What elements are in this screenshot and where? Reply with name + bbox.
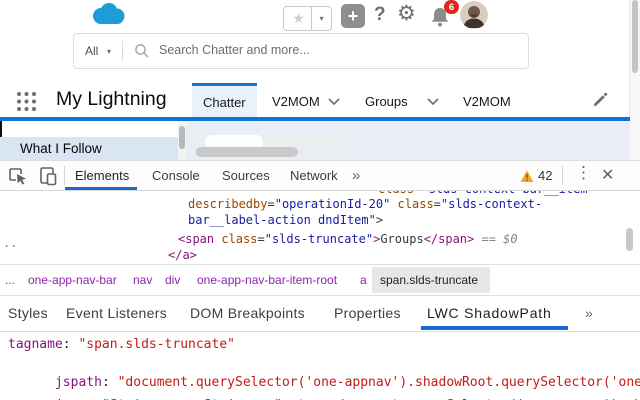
- code-line[interactable]: class="slds-context-bar__item": [378, 191, 595, 196]
- side-tab-event-listeners[interactable]: Event Listeners: [66, 296, 167, 331]
- screen: ★ ▾ + ? ⚙ 6 All ▾ Search Chatter and mor…: [0, 0, 640, 400]
- shadowpath-row[interactable]: java: "String queryString = "return docu…: [8, 383, 640, 400]
- device-toolbar-button[interactable]: [38, 166, 58, 191]
- plus-icon: +: [347, 6, 359, 26]
- devtools-tab-underline: [65, 187, 137, 190]
- side-tab-dom-breakpoints[interactable]: DOM Breakpoints: [190, 296, 305, 331]
- more-tabs-chevron[interactable]: »: [352, 167, 360, 184]
- inspect-element-button[interactable]: [8, 166, 28, 191]
- gear-icon: ⚙: [397, 2, 416, 25]
- code-token-attr: class: [221, 232, 258, 246]
- warning-triangle-icon: [520, 170, 534, 182]
- code-token-tag: <span: [178, 232, 215, 246]
- app-launcher-grid-icon: [17, 92, 36, 111]
- elements-dom-tree[interactable]: class="slds-context-bar__item"describedb…: [0, 191, 640, 264]
- chevron-down-icon[interactable]: [427, 98, 439, 105]
- code-token-attr: class: [397, 197, 434, 211]
- devtools-tab-console[interactable]: Console: [152, 168, 200, 183]
- breadcrumb-item[interactable]: div: [165, 265, 180, 296]
- scope-caret-down-icon[interactable]: ▾: [107, 47, 111, 56]
- code-token-value: "slds-context-bar__item": [421, 191, 594, 196]
- app-name-title: My Lightning: [56, 88, 167, 110]
- elements-scrollbar-thumb[interactable]: [626, 228, 633, 251]
- toolbar-divider: [562, 166, 563, 185]
- code-token-value: bar__label-action dndItem": [188, 213, 376, 227]
- code-token-tag: </a>: [168, 248, 197, 262]
- code-token-value: "operationId-20": [274, 197, 391, 211]
- breadcrumb-item[interactable]: a: [360, 265, 367, 296]
- warning-count: 42: [538, 168, 553, 183]
- side-tab-properties[interactable]: Properties: [334, 296, 401, 331]
- line-overflow-marker: ..: [3, 236, 18, 250]
- breadcrumb-item[interactable]: one-app-nav-bar-item-root: [197, 265, 337, 296]
- breadcrumb-item[interactable]: one-app-nav-bar: [28, 265, 117, 296]
- warnings-indicator[interactable]: [520, 170, 534, 188]
- breadcrumb-item-selected[interactable]: span.slds-truncate: [372, 267, 490, 293]
- chevron-down-icon[interactable]: [328, 98, 340, 105]
- search-scope-label[interactable]: All: [85, 44, 98, 58]
- help-button[interactable]: ?: [374, 4, 386, 26]
- code-token-value: "slds-context-: [440, 197, 543, 211]
- code-token-plain: =: [257, 232, 265, 246]
- nav-tab-groups[interactable]: Groups: [365, 93, 408, 111]
- favorites-dropdown-button[interactable]: ▾: [311, 6, 332, 31]
- notification-count-badge: 6: [444, 0, 459, 14]
- code-token-tag: </span>: [423, 232, 475, 246]
- shadowpath-panel: tagname: "span.slds-truncate" jspath: "d…: [0, 332, 640, 400]
- feed-filter-label: What I Follow: [20, 141, 102, 156]
- caret-down-icon: ▾: [319, 14, 324, 23]
- shadowpath-row[interactable]: tagname: "span.slds-truncate": [8, 337, 235, 352]
- code-token-attr: describedby: [188, 197, 268, 211]
- close-icon[interactable]: ✕: [601, 165, 614, 185]
- kebab-menu-icon[interactable]: ⋮: [575, 163, 592, 183]
- breadcrumb-item[interactable]: nav: [133, 265, 152, 296]
- salesforce-logo-icon[interactable]: [88, 2, 128, 33]
- global-actions-button[interactable]: +: [341, 4, 365, 28]
- toolbar-divider: [64, 166, 65, 185]
- inspect-cursor-icon: [9, 168, 26, 185]
- question-mark-icon: ?: [374, 4, 386, 25]
- devtools-tab-elements[interactable]: Elements: [75, 168, 129, 183]
- code-line[interactable]: <span class="slds-truncate">Groups</span…: [178, 232, 518, 246]
- favorites-star-button[interactable]: ★: [283, 6, 314, 31]
- code-token-plain: =: [433, 197, 441, 211]
- search-placeholder[interactable]: Search Chatter and more...: [159, 43, 310, 57]
- property-key: tagname: [8, 337, 63, 352]
- side-tabs-more-chevron[interactable]: »: [585, 296, 593, 331]
- app-launcher-button[interactable]: [15, 90, 38, 118]
- property-value: "span.slds-truncate": [78, 337, 235, 352]
- panel-scrollbar-thumb[interactable]: [179, 126, 185, 149]
- star-icon: ★: [292, 10, 305, 26]
- code-line[interactable]: </a>: [168, 248, 197, 262]
- devtools-tab-network[interactable]: Network: [290, 168, 338, 183]
- feed-filter-item[interactable]: What I Follow: [0, 137, 178, 160]
- breadcrumb-overflow[interactable]: ...: [5, 265, 15, 296]
- nav-tab-v2mom-2[interactable]: V2MOM: [463, 93, 511, 111]
- global-search[interactable]: All ▾ Search Chatter and more...: [73, 33, 529, 69]
- setup-button[interactable]: ⚙: [397, 1, 416, 26]
- side-tab-underline: [421, 326, 568, 330]
- code-line[interactable]: describedby="operationId-20" class="slds…: [188, 197, 542, 211]
- user-avatar[interactable]: [460, 1, 488, 29]
- side-tab-styles[interactable]: Styles: [8, 296, 48, 331]
- device-toolbar-icon: [40, 167, 57, 186]
- search-divider: [122, 41, 123, 61]
- code-token-value: "slds-truncate": [264, 232, 374, 246]
- edit-pencil-icon[interactable]: [592, 92, 608, 108]
- code-token-plain: Groups: [380, 232, 424, 246]
- code-line[interactable]: bar__label-action dndItem">: [188, 213, 383, 227]
- code-token-dim: == $0: [474, 232, 518, 246]
- code-token-plain: =: [267, 197, 275, 211]
- nav-tab-v2mom[interactable]: V2MOM: [272, 93, 320, 111]
- page-scrollbar-thumb[interactable]: [632, 0, 638, 73]
- search-icon: [135, 44, 149, 58]
- breadcrumb-bar: ... one-app-nav-bar nav div one-app-nav-…: [0, 265, 640, 295]
- devtools-tab-sources[interactable]: Sources: [222, 168, 270, 183]
- code-token-plain: >: [375, 213, 384, 227]
- code-token-attr: class: [378, 191, 414, 196]
- feed-skeleton-bar: [196, 147, 298, 157]
- nav-tab-chatter[interactable]: Chatter: [192, 83, 257, 118]
